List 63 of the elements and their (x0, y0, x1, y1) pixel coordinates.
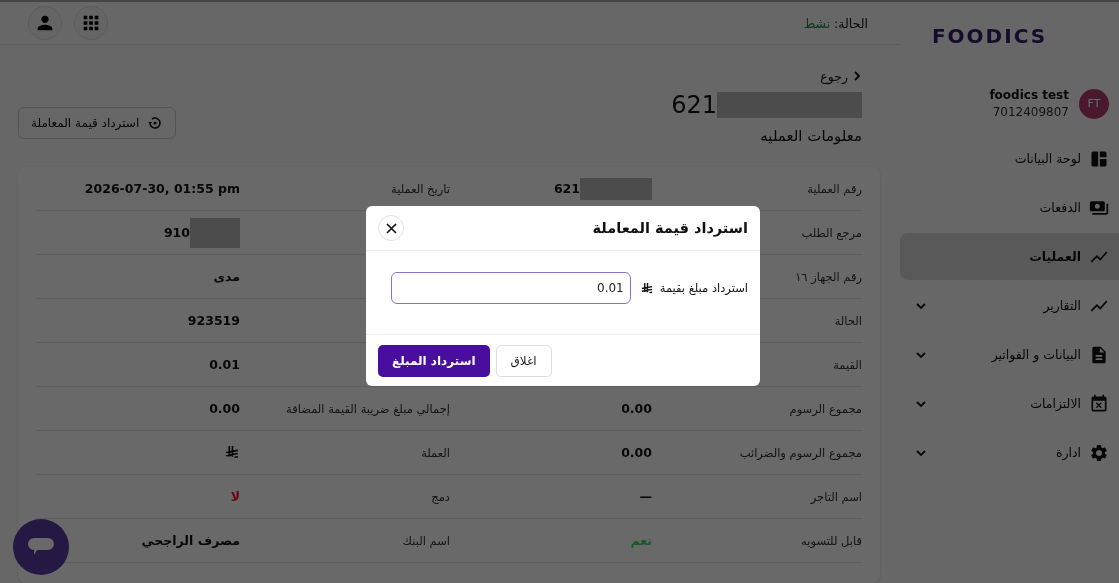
detail-value: لا (230, 489, 240, 504)
detail-value: 2026-07-30, 01:55 pm (84, 181, 240, 196)
refund-amount-button[interactable]: استرداد المبلغ (378, 345, 490, 377)
section-title: معلومات العمليه (759, 127, 862, 145)
chevron-down-icon (916, 351, 926, 358)
dialog-title: استرداد قيمة المعاملة (592, 220, 748, 236)
nav-item[interactable]: التقارير (900, 282, 1119, 329)
detail-label: العملة (421, 445, 450, 460)
detail-value: 0.00 (209, 401, 240, 416)
close-dialog-button[interactable]: اغلاق (495, 345, 552, 377)
user-id: 7012409807 (992, 105, 1069, 119)
detail-value: نعم (630, 533, 652, 548)
nav-item[interactable]: ادارة (900, 429, 1119, 476)
detail-label: إجمالي مبلغ ضريبة القيمة المضافة (286, 401, 450, 416)
detail-value: — (639, 489, 652, 504)
detail-label: الحالة (834, 313, 862, 328)
status-text: الحالة: نشط (803, 15, 868, 31)
amount-field[interactable]: 0.01 (390, 272, 631, 304)
detail-value: 621 (553, 181, 580, 196)
user-name: foodics test (989, 88, 1069, 102)
detail-label: مجموع الرسوم (789, 401, 862, 416)
detail-value: مصرف الراجحي (141, 533, 240, 548)
detail-value: 0.00 (621, 401, 652, 416)
field-label: استرداد مبلغ بقيمة (659, 281, 748, 295)
detail-value: مدى (213, 269, 240, 284)
settings-icon (1089, 442, 1109, 463)
chevron-down-icon (916, 400, 926, 407)
transaction-number: 621 (671, 91, 717, 119)
profile-button[interactable] (28, 6, 62, 40)
detail-label: رقم العملية (807, 181, 862, 196)
detail-label: اسم التاجر (810, 489, 862, 504)
detail-label: اسم البنك (402, 533, 450, 548)
chevron-right-icon (854, 71, 860, 81)
nav-item[interactable]: البيانات و الفواتير (900, 331, 1119, 378)
detail-value: 0.01 (209, 357, 240, 372)
close-icon (385, 222, 397, 234)
chevron-down-icon (916, 302, 926, 309)
nav-item[interactable]: لوحة البيانات (900, 135, 1119, 182)
detail-label: قابل للتسويه (801, 533, 862, 548)
refund-button[interactable]: استرداد قيمة المعاملة (18, 107, 177, 139)
riyal-icon (225, 445, 240, 460)
circular-arrow-icon (147, 115, 164, 131)
detail-value: 923519 (187, 313, 240, 328)
logo: FOODICS (931, 24, 1048, 48)
riyal-icon (640, 281, 654, 295)
nav-item[interactable]: الالتزامات (900, 380, 1119, 427)
document-icon (1089, 344, 1109, 365)
detail-value: 0.00 (621, 445, 652, 460)
detail-label: مجموع الرسوم والضرائب (739, 445, 862, 460)
detail-label: دمج (431, 489, 450, 504)
avatar: FT (1079, 88, 1109, 119)
detail-label: تاريخ العملية (391, 181, 450, 196)
detail-label: مرجع الطلب (801, 225, 862, 240)
calendar-icon (1089, 393, 1109, 414)
detail-label: رقم الجهاز ١٦ (795, 269, 862, 284)
detail-value: 910 (163, 225, 190, 240)
back-link[interactable]: رجوع (671, 67, 862, 85)
chevron-down-icon (916, 449, 926, 456)
nav-item[interactable]: الدفعات (900, 184, 1119, 231)
nav-item[interactable]: العمليات (900, 233, 1119, 280)
close-button[interactable] (378, 215, 404, 241)
detail-label: القيمة (833, 357, 862, 372)
apps-button[interactable] (74, 6, 108, 40)
